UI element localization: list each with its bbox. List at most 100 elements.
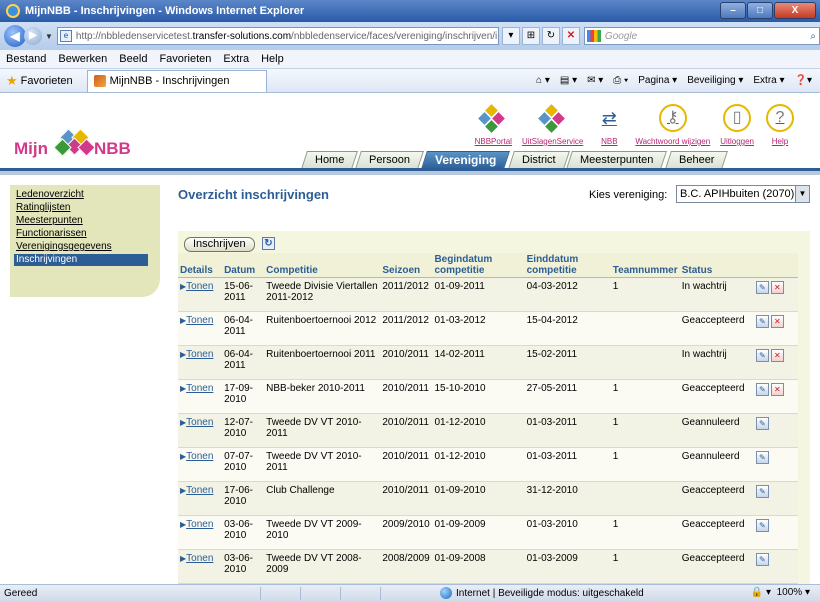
home-icon[interactable]: ⌂ ▾ bbox=[536, 75, 550, 86]
menu-favorieten[interactable]: Favorieten bbox=[159, 53, 211, 65]
vereniging-select[interactable]: B.C. APIHbuiten (2070) ▼ bbox=[676, 185, 810, 203]
edit-icon[interactable]: ✎ bbox=[755, 349, 769, 362]
google-icon bbox=[586, 30, 601, 42]
edit-icon[interactable]: ✎ bbox=[755, 553, 769, 566]
address-input[interactable]: e http://nbbledenservicetest. transfer-so… bbox=[56, 27, 499, 45]
tab-underline-shadow bbox=[0, 171, 820, 175]
maximize-button[interactable]: □ bbox=[747, 2, 773, 19]
edit-icon[interactable]: ✎ bbox=[755, 417, 769, 430]
tab-district[interactable]: District bbox=[507, 151, 570, 169]
column-header-seizoen[interactable]: Seizoen bbox=[380, 253, 433, 278]
compat-icon[interactable]: ⊞ bbox=[521, 27, 540, 45]
print-icon[interactable]: ⎙ ▾ bbox=[613, 75, 628, 86]
delete-icon[interactable]: ✕ bbox=[770, 315, 784, 328]
tonen-link[interactable]: Tonen bbox=[186, 451, 213, 462]
search-icon[interactable]: ⌕ bbox=[810, 31, 816, 42]
delete-icon[interactable]: ✕ bbox=[770, 281, 784, 294]
details-cell: ▶Tonen bbox=[178, 379, 223, 414]
delete-icon[interactable]: ✕ bbox=[770, 349, 784, 362]
help-icon[interactable]: ❓▾ bbox=[795, 75, 812, 86]
mail-icon[interactable]: ✉ ▾ bbox=[587, 75, 603, 86]
actions-cell: ✎ bbox=[753, 515, 798, 550]
tonen-link[interactable]: Tonen bbox=[186, 349, 213, 360]
tonen-link[interactable]: Tonen bbox=[186, 417, 213, 428]
security-menu[interactable]: Beveiliging ▾ bbox=[687, 75, 743, 86]
search-placeholder: Google bbox=[604, 30, 638, 42]
status-cell: Geaccepteerd bbox=[679, 481, 754, 516]
page-menu[interactable]: Pagina ▾ bbox=[638, 75, 677, 86]
menu-extra[interactable]: Extra bbox=[223, 53, 249, 65]
menu-bewerken[interactable]: Bewerken bbox=[58, 53, 107, 65]
sidebar-item-functionarissen[interactable]: Functionarissen bbox=[16, 228, 150, 240]
sidebar-item-verenigingsgegevens[interactable]: Verenigingsgegevens bbox=[16, 241, 150, 253]
search-input[interactable]: Google ⌕ bbox=[583, 27, 820, 45]
sidebar: Ledenoverzicht Ratinglijsten Meesterpunt… bbox=[10, 185, 160, 297]
teamnummer-cell bbox=[610, 345, 680, 380]
tab-persoon[interactable]: Persoon bbox=[355, 151, 425, 169]
edit-icon[interactable]: ✎ bbox=[755, 383, 769, 396]
competitie-cell: Club Challenge bbox=[264, 481, 381, 516]
close-window-button[interactable]: X bbox=[774, 2, 816, 19]
menu-beeld[interactable]: Beeld bbox=[119, 53, 147, 65]
uitslagenservice-link[interactable]: UitSlagenService bbox=[522, 104, 583, 146]
tonen-link[interactable]: Tonen bbox=[186, 281, 213, 292]
edit-icon[interactable]: ✎ bbox=[755, 281, 769, 294]
help-link[interactable]: ? Help bbox=[764, 104, 796, 146]
edit-icon[interactable]: ✎ bbox=[755, 315, 769, 328]
nbb-link[interactable]: ⇄ NBB bbox=[593, 104, 625, 146]
tonen-link[interactable]: Tonen bbox=[186, 383, 213, 394]
key-icon: ⚷ bbox=[657, 104, 689, 134]
stop-icon[interactable]: ✕ bbox=[561, 27, 580, 45]
table-row: ▶Tonen 03-06-2010 Tweede DV VT 2008-2009 20… bbox=[178, 549, 798, 584]
back-button[interactable]: ◀ bbox=[4, 25, 26, 47]
sidebar-item-ledenoverzicht[interactable]: Ledenoverzicht bbox=[16, 189, 150, 201]
window-titlebar[interactable]: MijnNBB - Inschrijvingen - Windows Inter… bbox=[0, 0, 820, 22]
column-header-einddatum[interactable]: Einddatum competitie bbox=[524, 253, 611, 278]
delete-icon[interactable]: ✕ bbox=[770, 383, 784, 396]
tonen-link[interactable]: Tonen bbox=[186, 315, 213, 326]
feeds-icon[interactable]: ▤ ▾ bbox=[560, 75, 577, 86]
address-dropdown-icon[interactable]: ▾ bbox=[501, 27, 520, 45]
zoom-level[interactable]: 🔒 ▾ 100% ▾ bbox=[751, 587, 810, 598]
help-question-icon: ? bbox=[764, 104, 796, 134]
tab-vereniging[interactable]: Vereniging bbox=[421, 151, 511, 169]
tonen-link[interactable]: Tonen bbox=[186, 519, 213, 530]
column-header-competitie[interactable]: Competitie bbox=[264, 253, 381, 278]
favorites-button[interactable]: Favorieten bbox=[21, 75, 73, 87]
sidebar-item-ratinglijsten[interactable]: Ratinglijsten bbox=[16, 202, 150, 214]
tonen-link[interactable]: Tonen bbox=[186, 553, 213, 564]
menu-help[interactable]: Help bbox=[261, 53, 284, 65]
history-dropdown-icon[interactable]: ▼ bbox=[45, 32, 53, 41]
column-header-begindatum[interactable]: Begindatum competitie bbox=[432, 253, 525, 278]
tonen-link[interactable]: Tonen bbox=[186, 485, 213, 496]
tab-meesterpunten[interactable]: Meesterpunten bbox=[566, 151, 668, 169]
security-zone[interactable]: Internet | Beveiligde modus: uitgeschake… bbox=[440, 587, 644, 599]
tab-beheer[interactable]: Beheer bbox=[664, 151, 729, 169]
edit-icon[interactable]: ✎ bbox=[755, 451, 769, 464]
column-header-datum[interactable]: Datum bbox=[222, 253, 265, 278]
datum-cell: 03-06-2010 bbox=[222, 515, 265, 550]
tab-home[interactable]: Home bbox=[301, 151, 359, 169]
wachtwoord-wijzigen-link[interactable]: ⚷ Wachtwoord wijzigen bbox=[635, 104, 710, 146]
chevron-down-icon[interactable]: ▼ bbox=[795, 186, 809, 202]
menu-bestand[interactable]: Bestand bbox=[6, 53, 46, 65]
inschrijven-button[interactable]: Inschrijven bbox=[184, 237, 255, 252]
column-header-details[interactable]: Details bbox=[178, 253, 223, 278]
column-header-teamnummer[interactable]: Teamnummer bbox=[610, 253, 680, 278]
refresh-icon[interactable]: ↻ bbox=[541, 27, 560, 45]
edit-icon[interactable]: ✎ bbox=[755, 519, 769, 532]
refresh-icon[interactable]: ↻ bbox=[262, 237, 275, 250]
sidebar-item-meesterpunten[interactable]: Meesterpunten bbox=[16, 215, 150, 227]
browser-tab[interactable]: MijnNBB - Inschrijvingen bbox=[86, 69, 267, 92]
edit-icon[interactable]: ✎ bbox=[755, 485, 769, 498]
minimize-button[interactable]: – bbox=[720, 2, 746, 19]
actions-cell: ✎ bbox=[753, 413, 798, 448]
favorites-star-icon[interactable]: ★ bbox=[6, 73, 18, 89]
nbbportal-link[interactable]: NBBPortal bbox=[475, 104, 512, 146]
teamnummer-cell: 1 bbox=[610, 447, 680, 482]
sidebar-item-inschrijvingen[interactable]: Inschrijvingen bbox=[14, 254, 148, 266]
uitloggen-link[interactable]: ▯ Uitloggen bbox=[720, 104, 754, 146]
extra-menu[interactable]: Extra ▾ bbox=[753, 75, 784, 86]
column-header-status[interactable]: Status bbox=[679, 253, 754, 278]
forward-button[interactable]: ▶ bbox=[24, 27, 42, 45]
